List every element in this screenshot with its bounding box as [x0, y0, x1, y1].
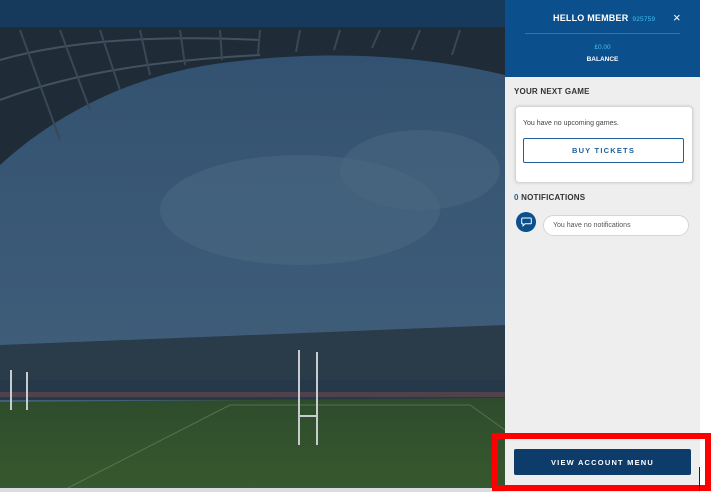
no-upcoming-games-message: You have no upcoming games.: [523, 120, 619, 127]
page-bottom-edge: [0, 488, 505, 492]
header-divider: [525, 33, 680, 34]
account-side-panel: HELLO MEMBER 925759 × £0.00 BALANCE YOUR …: [505, 0, 700, 492]
balance-value: £0.00: [594, 44, 611, 51]
stadium-illustration: [0, 0, 505, 492]
next-game-title: YOUR NEXT GAME: [514, 87, 590, 96]
no-notifications-message: You have no notifications: [543, 215, 689, 236]
next-game-card: You have no upcoming games. BUY TICKETS: [515, 106, 693, 183]
notifications-title: 0 NOTIFICATIONS: [514, 193, 585, 202]
notifications-label: NOTIFICATIONS: [521, 193, 586, 202]
chat-bubble-icon: [516, 212, 536, 232]
buy-tickets-button[interactable]: BUY TICKETS: [523, 138, 684, 163]
site-header-strip: [0, 0, 505, 27]
member-number: 925759: [632, 16, 656, 23]
balance-label: BALANCE: [586, 56, 619, 63]
text-cursor: [699, 467, 700, 491]
notifications-count: 0: [514, 193, 519, 202]
stadium-background-image: [0, 0, 505, 492]
account-panel-header: HELLO MEMBER 925759 × £0.00 BALANCE: [505, 0, 700, 77]
chat-bubble-glyph: [520, 217, 532, 227]
close-icon[interactable]: ×: [673, 11, 681, 25]
greeting-text: HELLO MEMBER: [553, 13, 629, 23]
greeting: HELLO MEMBER 925759: [553, 13, 655, 23]
view-account-menu-button[interactable]: VIEW ACCOUNT MENU: [514, 449, 691, 475]
